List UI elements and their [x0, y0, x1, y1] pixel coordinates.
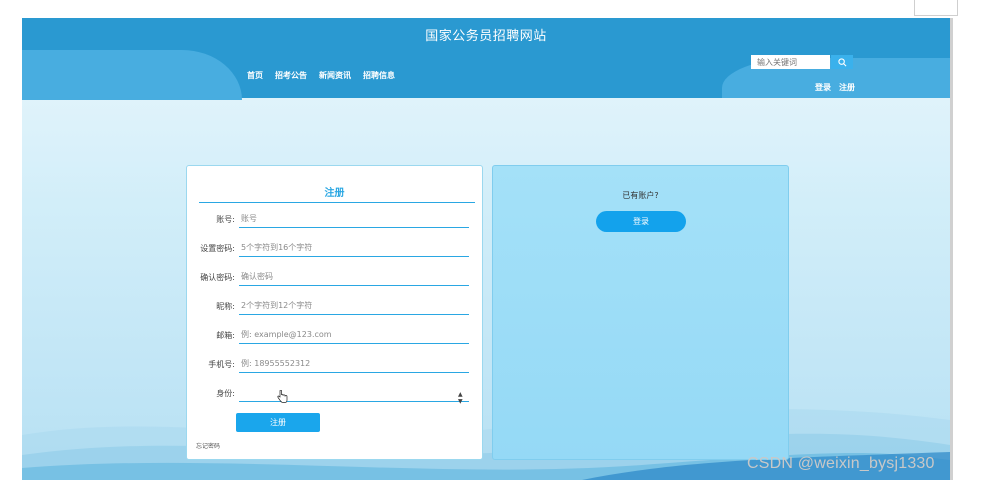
login-button[interactable]: 登录: [596, 211, 686, 232]
nav-item-home[interactable]: 首页: [247, 70, 263, 81]
form-row-confirm-password: 确认密码:: [187, 268, 482, 288]
password-input[interactable]: [239, 239, 469, 257]
forgot-password-link[interactable]: 忘记密码: [196, 441, 220, 450]
header-register-link[interactable]: 注册: [839, 82, 855, 93]
form-row-password: 设置密码:: [187, 239, 482, 259]
form-row-account: 账号:: [187, 210, 482, 230]
account-label: 账号:: [216, 215, 235, 224]
watermark-text: CSDN @weixin_bysj1330: [747, 455, 935, 472]
login-side-card: 已有账户? 登录: [492, 165, 789, 460]
have-account-text: 已有账户?: [622, 191, 659, 200]
form-row-phone: 手机号:: [187, 355, 482, 375]
search-input[interactable]: [751, 55, 830, 69]
page-frame: 国家公务员招聘网站 首页 招考公告 新闻资讯 招聘信息 登录 注册 注册 账号:…: [22, 18, 950, 480]
register-title: 注册: [324, 188, 345, 199]
select-arrows-icon: ▲ ▼: [458, 391, 463, 405]
nav-item-news[interactable]: 新闻资讯: [319, 70, 351, 81]
auth-links: 登录 注册: [815, 82, 855, 93]
identity-select[interactable]: [239, 384, 469, 402]
register-card: 注册 账号: 设置密码: 确认密码: 昵称: 邮箱: 手机号: 身份:: [186, 165, 483, 460]
email-label: 邮箱:: [216, 331, 235, 340]
nav-item-recruitment[interactable]: 招聘信息: [363, 70, 395, 81]
header-login-link[interactable]: 登录: [815, 82, 831, 93]
header-wave-left: [22, 50, 242, 100]
nickname-input[interactable]: [239, 297, 469, 315]
hand-cursor-icon: [277, 390, 288, 403]
register-button[interactable]: 注册: [236, 413, 320, 432]
form-row-identity: 身份: ▲ ▼: [187, 384, 482, 405]
password-label: 设置密码:: [200, 244, 235, 253]
window-corner: [914, 0, 958, 16]
site-title: 国家公务员招聘网站: [425, 29, 547, 44]
confirm-password-label: 确认密码:: [200, 273, 235, 282]
form-row-nickname: 昵称:: [187, 297, 482, 317]
email-input[interactable]: [239, 326, 469, 344]
identity-label: 身份:: [216, 389, 235, 398]
nav-item-announcements[interactable]: 招考公告: [275, 70, 307, 81]
title-divider: [199, 202, 475, 203]
account-input[interactable]: [239, 210, 469, 228]
confirm-password-input[interactable]: [239, 268, 469, 286]
main-nav: 首页 招考公告 新闻资讯 招聘信息: [247, 70, 395, 81]
search-button[interactable]: [831, 55, 853, 69]
scrollbar-track[interactable]: [950, 18, 953, 480]
phone-label: 手机号:: [208, 360, 235, 369]
phone-input[interactable]: [239, 355, 469, 373]
form-row-email: 邮箱:: [187, 326, 482, 346]
nickname-label: 昵称:: [216, 302, 235, 311]
search-icon: [837, 57, 846, 66]
